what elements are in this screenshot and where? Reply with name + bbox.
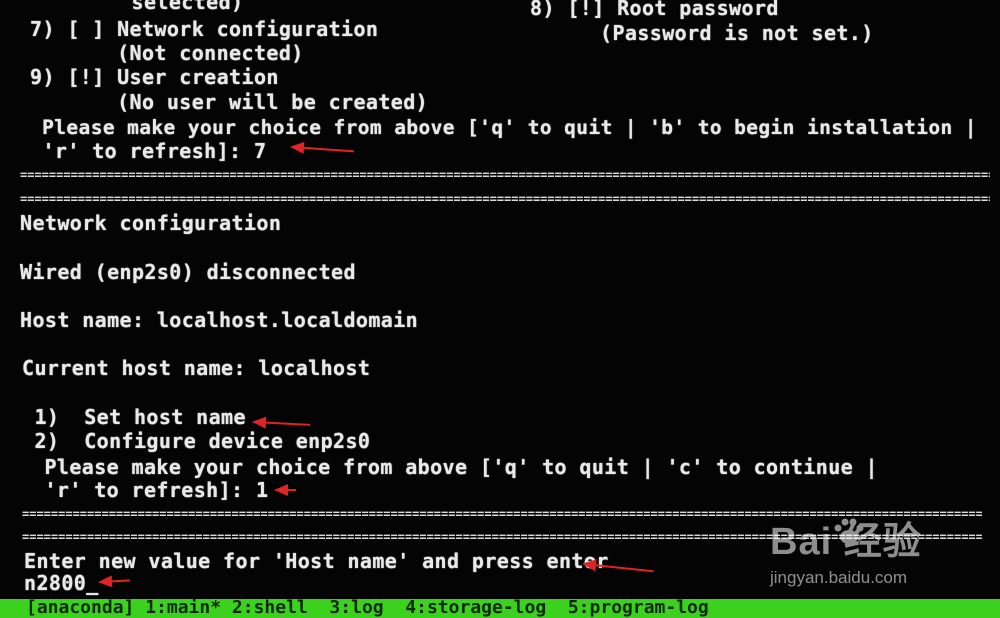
line-option-configure-device: 2) Configure device enp2s0 xyxy=(22,429,371,453)
line-host-name: Host name: localhost.localdomain xyxy=(20,308,419,332)
line-option-set-host-name: 1) Set host name xyxy=(22,405,246,429)
line-prompt-network-answer: 'r' to refresh]: 1 xyxy=(32,478,269,502)
baidu-jingyan-watermark: Bai 经验 jingyan.baidu.com xyxy=(770,518,995,598)
terminal-screen[interactable]: selected) 8) [!] Root password 7) [ ] Ne… xyxy=(0,0,1000,618)
line-network-configuration-option: 7) [ ] Network configuration xyxy=(30,17,379,41)
tmux-status-bar: [anaconda] 1:main* 2:shell 3:log 4:stora… xyxy=(0,599,1000,618)
line-user-status: (No user will be created) xyxy=(30,90,429,114)
line-wired-status: Wired (enp2s0) disconnected xyxy=(20,260,356,284)
line-current-host-name: Current host name: localhost xyxy=(22,356,371,380)
line-prompt-main: Please make your choice from above ['q' … xyxy=(30,116,977,139)
line-root-password: 8) [!] Root password xyxy=(530,0,779,20)
line-password-status: (Password is not set.) xyxy=(600,21,874,45)
annotation-arrow-icon xyxy=(583,563,654,573)
line-selected: selected) xyxy=(32,0,244,14)
watermark-url: jingyan.baidu.com xyxy=(770,568,908,587)
line-enter-host-name-prompt: Enter new value for 'Host name' and pres… xyxy=(24,549,609,573)
annotation-arrow-icon xyxy=(274,484,296,496)
line-network-configuration-title: Network configuration xyxy=(20,211,282,235)
line-network-status: (Not connected) xyxy=(30,41,304,65)
line-user-creation-option: 9) [!] User creation xyxy=(30,65,279,89)
status-bar-tabs[interactable]: [anaconda] 1:main* 2:shell 3:log 4:stora… xyxy=(26,599,709,618)
host-name-input[interactable]: n2800_ xyxy=(24,571,99,595)
line-prompt-network: Please make your choice from above ['q' … xyxy=(32,455,878,479)
annotation-arrow-icon xyxy=(253,421,310,426)
paw-icon xyxy=(834,518,864,544)
annotation-arrow-icon xyxy=(291,146,354,153)
annotation-arrow-icon xyxy=(99,579,131,583)
line-prompt-main-answer: 'r' to refresh]: 7 xyxy=(30,139,267,163)
separator: ========================================… xyxy=(20,170,990,180)
separator: ========================================… xyxy=(20,194,990,204)
